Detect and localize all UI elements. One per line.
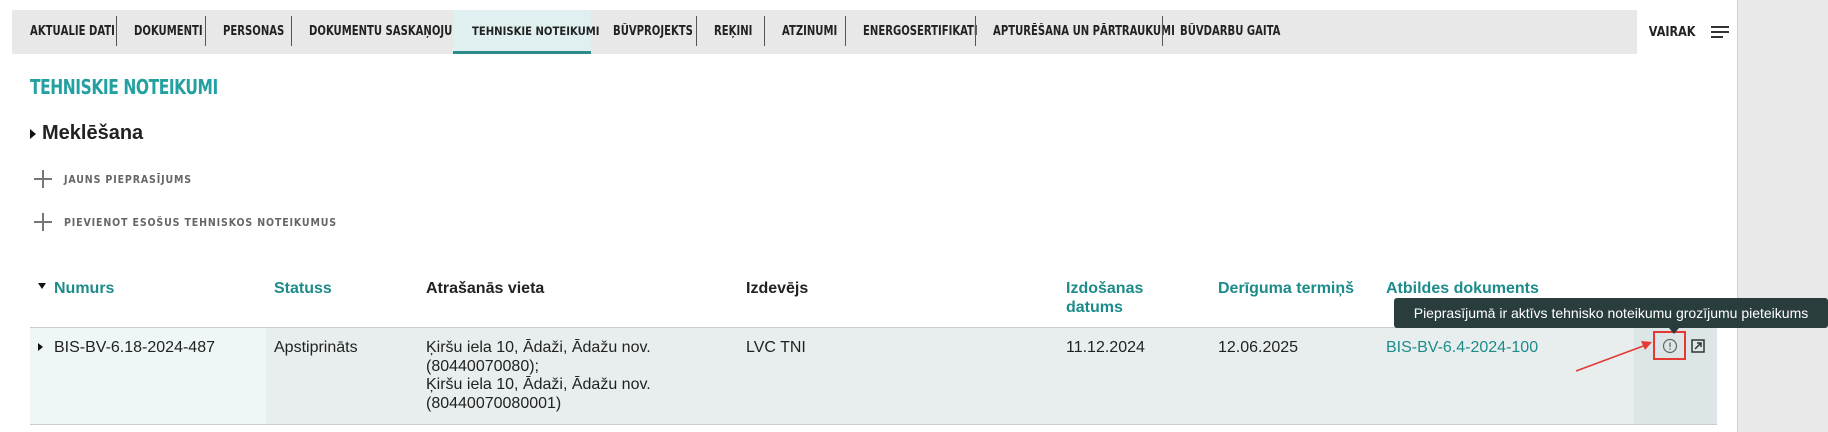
annotation-arrow <box>1575 341 1652 372</box>
row-divider <box>30 424 1717 425</box>
col-header-location: Atrašanās vieta <box>426 280 545 297</box>
add-existing-label: PIEVIENOT ESOŠUS TEHNISKOS NOTEIKUMUS <box>64 215 337 229</box>
more-button[interactable]: VAIRĀK <box>1637 10 1737 54</box>
tab-energosertifikati[interactable]: ENERGOSERTIFIKĀTI <box>845 10 996 54</box>
caret-right-icon <box>30 128 36 139</box>
hamburger-icon <box>1711 26 1730 38</box>
more-label: VAIRĀK <box>1648 24 1696 40</box>
plus-icon <box>34 170 52 188</box>
expand-row-icon[interactable] <box>38 343 43 351</box>
row-location-line: (80440070080001) <box>426 394 562 412</box>
col-header-issuer: Izdevējs <box>746 280 809 297</box>
row-issuer: LVC TNI <box>746 339 806 356</box>
row-response-doc-link[interactable]: BIS-BV-6.4-2024-100 <box>1386 339 1538 358</box>
col-header-status[interactable]: Statuss <box>274 279 332 298</box>
search-label: Meklēšana <box>42 122 144 144</box>
page-edge <box>1737 0 1738 432</box>
row-status: Apstiprināts <box>274 339 358 356</box>
tooltip: Pieprasījumā ir aktīvs tehnisko noteikum… <box>1394 298 1828 334</box>
tab-tehniskie-noteikumi[interactable]: TEHNISKIE NOTEIKUMI <box>453 10 600 54</box>
add-existing-button[interactable]: PIEVIENOT ESOŠUS TEHNISKOS NOTEIKUMUS <box>34 213 381 231</box>
tab-personas[interactable]: PERSONAS <box>205 10 302 54</box>
new-request-button[interactable]: JAUNS PIEPRASĪJUMS <box>34 170 213 188</box>
col-header-number[interactable]: Numurs <box>54 279 114 298</box>
col-header-issue-date[interactable]: Izdošanas datums <box>1066 279 1143 317</box>
row-validity: 12.06.2025 <box>1218 339 1299 356</box>
row-issue-date: 11.12.2024 <box>1066 339 1145 356</box>
plus-icon <box>34 213 52 231</box>
row-number: BIS-BV-6.18-2024-487 <box>54 339 215 356</box>
external-link-icon[interactable] <box>1691 339 1705 358</box>
row-location-line: Ķiršu iela 10, Ādaži, Ādažu nov. <box>426 376 651 393</box>
row-location-line: (80440070080); <box>426 357 539 375</box>
row-location-line: Ķiršu iela 10, Ādaži, Ādažu nov. <box>426 339 651 356</box>
new-request-label: JAUNS PIEPRASĪJUMS <box>64 172 192 186</box>
col-header-response-doc[interactable]: Atbildes dokuments <box>1386 279 1539 298</box>
page-title: TEHNISKIE NOTEIKUMI <box>30 75 218 99</box>
info-icon-glyph <box>1662 338 1677 353</box>
tab-aktualie-dati[interactable]: AKTUĀLIE DATI <box>12 10 133 54</box>
tab-rekini[interactable]: RĒĶINI <box>696 10 770 54</box>
row-location: Ķiršu iela 10, Ādaži, Ādažu nov. (804400… <box>426 339 651 413</box>
col-header-issue-date-line1: Izdošanas <box>1066 280 1144 297</box>
col-header-validity[interactable]: Derīguma termiņš <box>1218 279 1354 298</box>
tab-buvdarbu-gaita[interactable]: BŪVDARBU GAITA <box>1162 10 1299 54</box>
info-icon[interactable] <box>1653 331 1686 360</box>
tab-atzinumi[interactable]: ATZINUMI <box>764 10 855 54</box>
col-header-issue-date-line2: datums <box>1066 299 1123 316</box>
tab-buvprojekts[interactable]: BŪVPROJEKTS <box>595 10 711 54</box>
sort-desc-icon[interactable] <box>38 283 46 289</box>
tab-bar: AKTUĀLIE DATI DOKUMENTI PERSONAS DOKUMEN… <box>12 10 1737 54</box>
search-toggle[interactable]: Meklēšana <box>30 122 143 145</box>
tab-apturesana[interactable]: APTURĒŠANA UN PĀRTRAUKUMI <box>975 10 1193 54</box>
